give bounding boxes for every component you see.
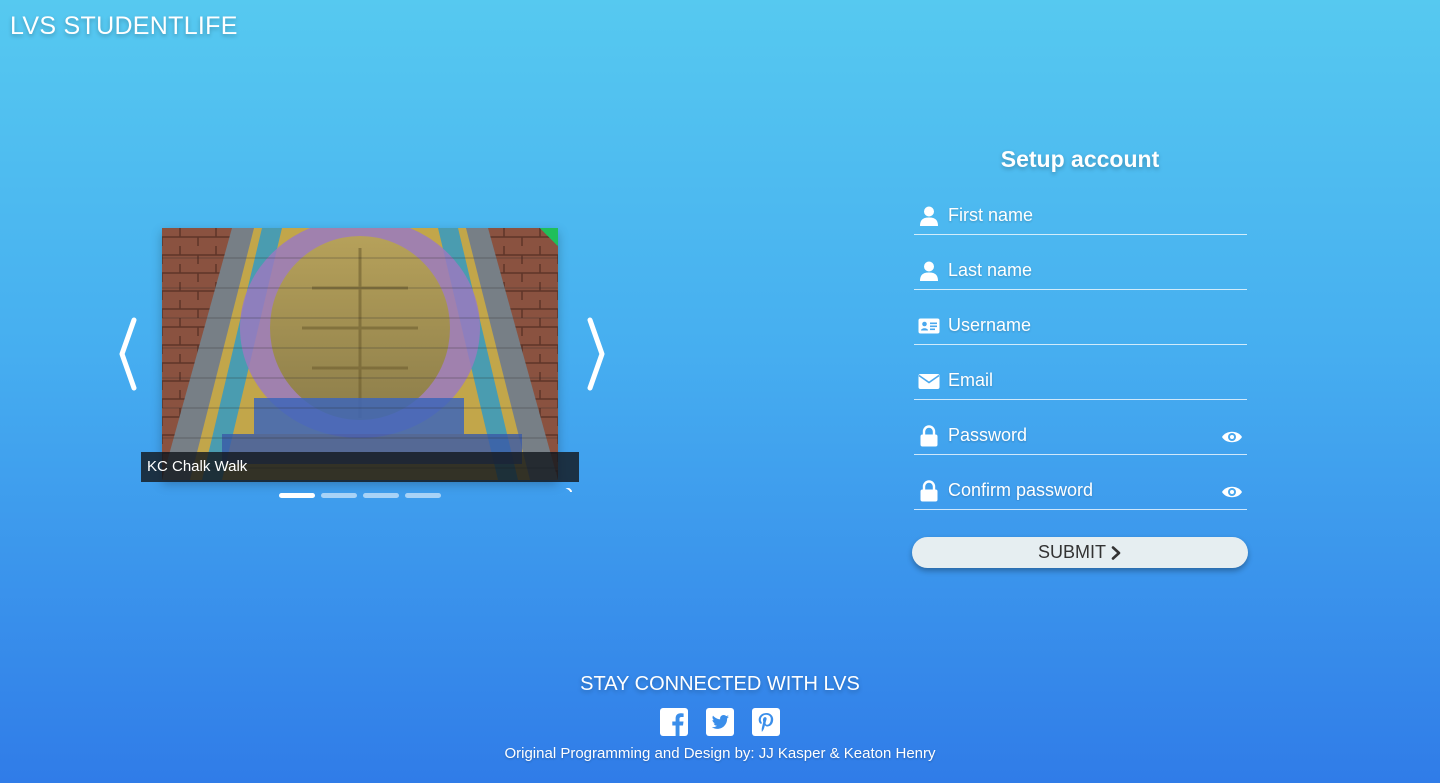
facebook-link[interactable] [660,708,688,736]
user-icon [918,260,940,282]
facebook-icon [660,708,688,736]
id-card-icon [918,315,940,337]
chevron-right-icon [587,317,605,391]
carousel-next-button[interactable] [582,316,610,392]
image-carousel: KC Chalk Walk [112,228,612,508]
confirm-password-input[interactable] [948,477,1218,503]
carousel-slide[interactable] [162,228,558,480]
email-field [914,345,1247,400]
carousel-indicator[interactable] [321,493,357,498]
first-name-input[interactable] [948,202,1218,228]
last-name-input[interactable] [948,257,1218,283]
form-title: Setup account [1000,146,1160,172]
carousel-indicator[interactable] [279,493,315,498]
submit-button[interactable]: SUBMIT [912,537,1248,568]
chalk-walk-image [162,228,558,480]
chevron-right-icon [1111,545,1121,560]
lock-icon [918,480,940,502]
setup-account-form: Setup account First name Last name Usern… [912,146,1248,568]
footer: STAY CONNECTED WITH LVS Original Program… [0,673,1440,762]
envelope-icon [918,370,940,392]
carousel-indicator[interactable] [363,493,399,498]
password-field [914,400,1247,455]
eye-icon[interactable] [1221,484,1243,500]
loading-spinner-icon [562,486,574,498]
eye-icon[interactable] [1221,429,1243,445]
last-name-field [914,235,1247,290]
username-field [914,290,1247,345]
lock-icon [918,425,940,447]
password-input[interactable] [948,422,1218,448]
social-links [0,708,1440,736]
carousel-indicator[interactable] [405,493,441,498]
submit-label: SUBMIT [1037,542,1106,562]
brand-title[interactable]: LVS STUDENTLIFE [10,12,238,41]
pinterest-link[interactable] [752,708,780,736]
footer-title: STAY CONNECTED WITH LVS [580,673,860,695]
pinterest-icon [752,708,780,736]
slide-corner-badge [540,228,558,246]
carousel-caption: KC Chalk Walk [141,452,579,482]
confirm-password-field [914,455,1247,510]
footer-credits: Original Programming and Design by: JJ K… [504,745,936,762]
username-input[interactable] [948,312,1218,338]
first-name-field [914,180,1247,235]
chevron-left-icon [119,317,137,391]
twitter-icon [706,708,734,736]
carousel-indicators [279,493,441,498]
twitter-link[interactable] [706,708,734,736]
carousel-prev-button[interactable] [114,316,142,392]
user-icon [918,205,940,227]
email-input[interactable] [948,367,1218,393]
